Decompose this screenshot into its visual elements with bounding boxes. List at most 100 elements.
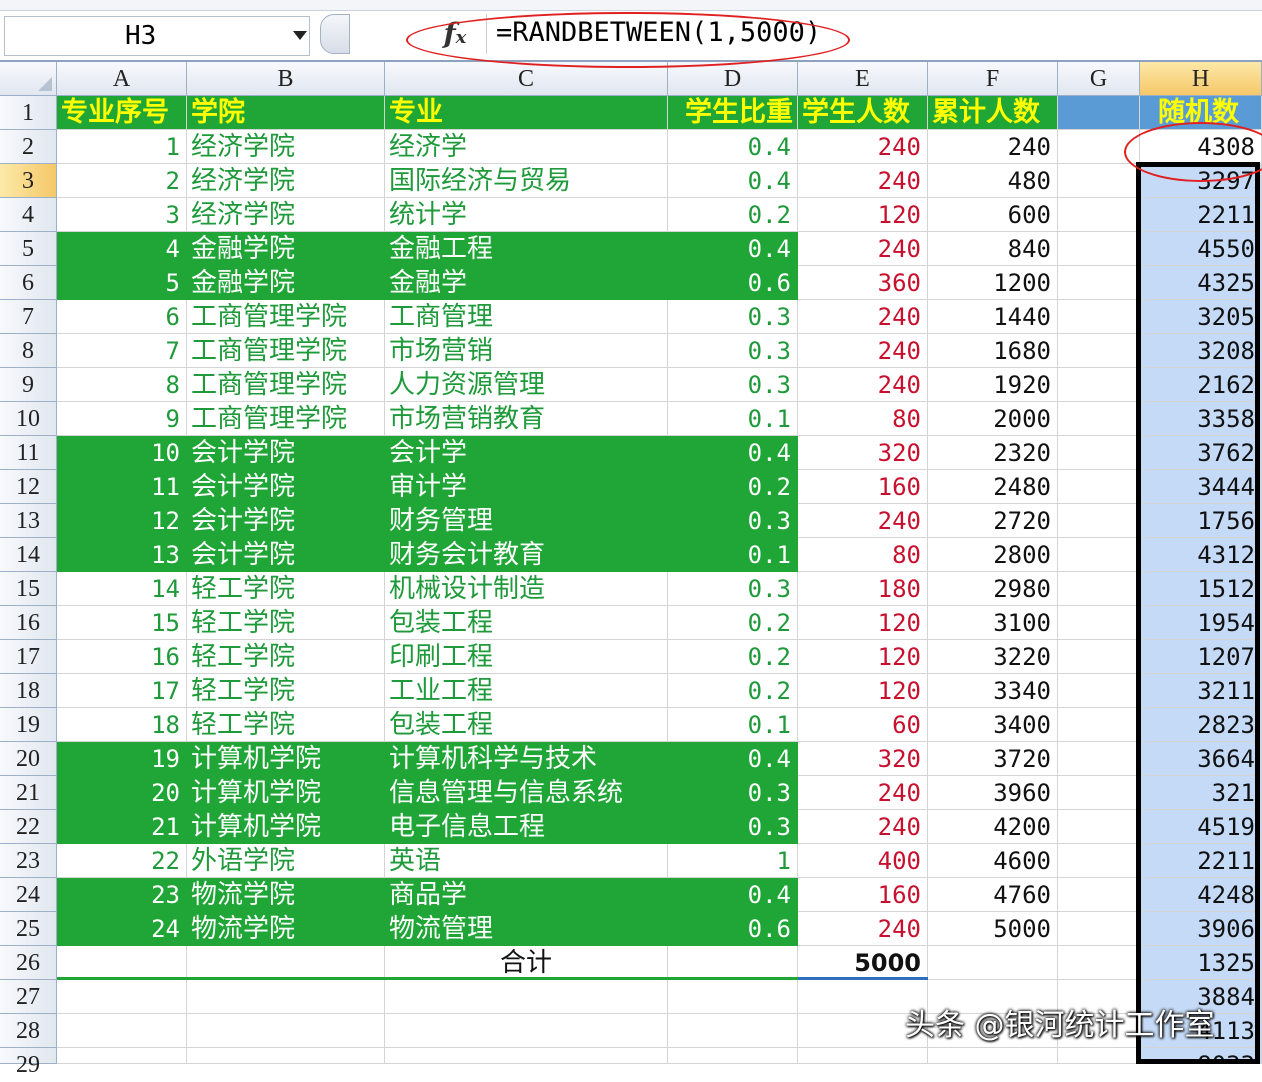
- header-students[interactable]: 学生人数: [798, 96, 928, 130]
- cell-seq[interactable]: 11: [57, 470, 187, 504]
- cell-cumulative[interactable]: 5000: [928, 912, 1058, 946]
- cell-cumulative[interactable]: 1440: [928, 300, 1058, 334]
- cell-seq[interactable]: 16: [57, 640, 187, 674]
- cell-cumulative[interactable]: 840: [928, 232, 1058, 266]
- cell-total-d[interactable]: [668, 946, 798, 980]
- cell-college[interactable]: 会计学院: [187, 504, 385, 538]
- cell-total-a[interactable]: [57, 946, 187, 980]
- cell-college[interactable]: 经济学院: [187, 130, 385, 164]
- cell-college[interactable]: 轻工学院: [187, 640, 385, 674]
- cell-random[interactable]: 3205: [1140, 300, 1262, 334]
- cell-students[interactable]: 160: [798, 878, 928, 912]
- cell-g[interactable]: [1058, 776, 1140, 810]
- cell-major[interactable]: 机械设计制造: [385, 572, 668, 606]
- row-header-8[interactable]: 8: [0, 334, 57, 368]
- cell-college[interactable]: 物流学院: [187, 912, 385, 946]
- cell-college[interactable]: 经济学院: [187, 198, 385, 232]
- total-label[interactable]: 合计: [385, 946, 668, 980]
- cell-cumulative[interactable]: 1920: [928, 368, 1058, 402]
- row-header-11[interactable]: 11: [0, 436, 57, 470]
- cell-seq[interactable]: 20: [57, 776, 187, 810]
- cell-ratio[interactable]: 0.2: [668, 470, 798, 504]
- cell-college[interactable]: 金融学院: [187, 232, 385, 266]
- cell-seq[interactable]: 14: [57, 572, 187, 606]
- row-header-22[interactable]: 22: [0, 810, 57, 844]
- row-header-12[interactable]: 12: [0, 470, 57, 504]
- cell-ratio[interactable]: 0.6: [668, 912, 798, 946]
- cell-students[interactable]: 240: [798, 164, 928, 198]
- cell-students[interactable]: 80: [798, 538, 928, 572]
- cell-g[interactable]: [1058, 130, 1140, 164]
- cell-ratio[interactable]: 0.3: [668, 776, 798, 810]
- cell-random[interactable]: 3762: [1140, 436, 1262, 470]
- cell-major[interactable]: 统计学: [385, 198, 668, 232]
- cell-g[interactable]: [1058, 708, 1140, 742]
- cell-seq[interactable]: 3: [57, 198, 187, 232]
- cell-major[interactable]: 审计学: [385, 470, 668, 504]
- header-ratio[interactable]: 学生比重: [668, 96, 798, 130]
- cell-g[interactable]: [1058, 470, 1140, 504]
- cell-students[interactable]: 240: [798, 300, 928, 334]
- cell-random[interactable]: 8033: [1140, 1048, 1262, 1064]
- cell-major[interactable]: 金融工程: [385, 232, 668, 266]
- cell-empty[interactable]: [928, 1048, 1058, 1064]
- name-box-resize-handle[interactable]: [320, 14, 350, 54]
- cell-random[interactable]: 2823: [1140, 708, 1262, 742]
- row-header-21[interactable]: 21: [0, 776, 57, 810]
- cell-students[interactable]: 60: [798, 708, 928, 742]
- cell-major[interactable]: 人力资源管理: [385, 368, 668, 402]
- cell-random[interactable]: 2162: [1140, 368, 1262, 402]
- cell-seq[interactable]: 19: [57, 742, 187, 776]
- cell-major[interactable]: 电子信息工程: [385, 810, 668, 844]
- column-header-a[interactable]: A: [57, 62, 187, 96]
- select-all-button[interactable]: [0, 62, 57, 96]
- cell-major[interactable]: 工商管理: [385, 300, 668, 334]
- row-header-17[interactable]: 17: [0, 640, 57, 674]
- cell-ratio[interactable]: 0.1: [668, 538, 798, 572]
- cell-ratio[interactable]: 0.3: [668, 504, 798, 538]
- row-header-27[interactable]: 27: [0, 980, 57, 1014]
- cell-students[interactable]: 160: [798, 470, 928, 504]
- cell-cumulative[interactable]: 1200: [928, 266, 1058, 300]
- row-header-18[interactable]: 18: [0, 674, 57, 708]
- cell-random[interactable]: 1954: [1140, 606, 1262, 640]
- cell-cumulative[interactable]: 3220: [928, 640, 1058, 674]
- cell-ratio[interactable]: 0.3: [668, 572, 798, 606]
- cell-college[interactable]: 工商管理学院: [187, 300, 385, 334]
- column-header-f[interactable]: F: [928, 62, 1058, 96]
- cell-g[interactable]: [1058, 674, 1140, 708]
- cell-seq[interactable]: 22: [57, 844, 187, 878]
- cell-g[interactable]: [1058, 300, 1140, 334]
- cell-ratio[interactable]: 0.6: [668, 266, 798, 300]
- cell-seq[interactable]: 10: [57, 436, 187, 470]
- cell-students[interactable]: 240: [798, 912, 928, 946]
- column-header-g[interactable]: G: [1058, 62, 1140, 96]
- cell-cumulative[interactable]: 3400: [928, 708, 1058, 742]
- cell-major[interactable]: 国际经济与贸易: [385, 164, 668, 198]
- chevron-down-icon[interactable]: [293, 31, 307, 40]
- total-value[interactable]: 5000: [798, 946, 928, 980]
- cell-ratio[interactable]: 0.2: [668, 606, 798, 640]
- cell-cumulative[interactable]: 2320: [928, 436, 1058, 470]
- row-header-29[interactable]: 29: [0, 1048, 57, 1078]
- cell-g[interactable]: [1058, 504, 1140, 538]
- cell-g[interactable]: [1058, 844, 1140, 878]
- cell-ratio[interactable]: 0.3: [668, 334, 798, 368]
- cell-random[interactable]: 1207: [1140, 640, 1262, 674]
- cell-seq[interactable]: 18: [57, 708, 187, 742]
- cell-major[interactable]: 财务管理: [385, 504, 668, 538]
- cell-seq[interactable]: 17: [57, 674, 187, 708]
- cell-random-total[interactable]: 1325: [1140, 946, 1262, 980]
- cell-g[interactable]: [1058, 742, 1140, 776]
- cell-g[interactable]: [1058, 878, 1140, 912]
- cell-empty[interactable]: [57, 1048, 187, 1064]
- header-g[interactable]: [1058, 96, 1140, 130]
- cell-g[interactable]: [1058, 810, 1140, 844]
- cell-college[interactable]: 计算机学院: [187, 776, 385, 810]
- cell-g[interactable]: [1058, 538, 1140, 572]
- cell-ratio[interactable]: 0.4: [668, 164, 798, 198]
- cell-empty[interactable]: [668, 980, 798, 1014]
- cell-g[interactable]: [1058, 198, 1140, 232]
- cell-random[interactable]: 3211: [1140, 674, 1262, 708]
- cell-ratio[interactable]: 0.3: [668, 368, 798, 402]
